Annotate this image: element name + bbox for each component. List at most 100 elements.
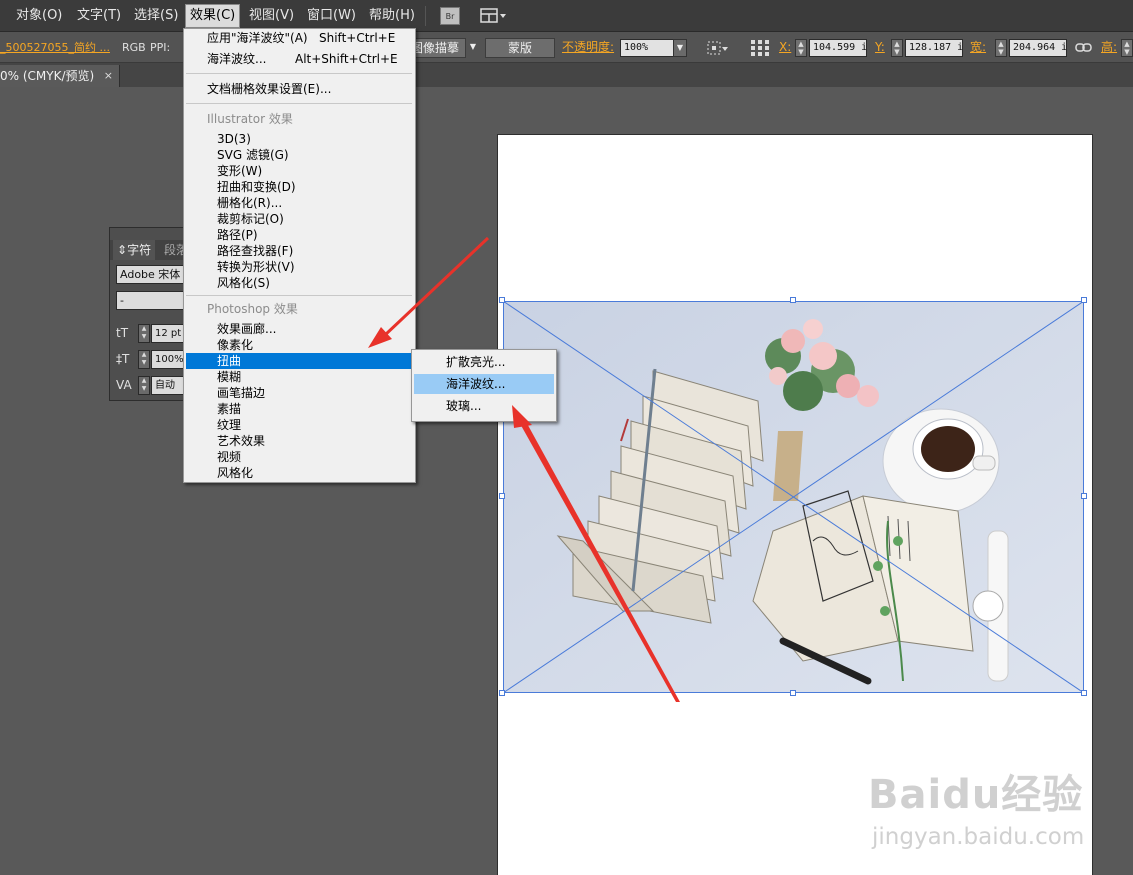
constrain-link-icon[interactable] bbox=[1074, 40, 1094, 56]
menu-divider bbox=[186, 103, 412, 104]
illustrator-effects-header: Illustrator 效果 bbox=[207, 112, 293, 126]
handle-bottom[interactable] bbox=[790, 690, 796, 696]
menubar-divider bbox=[425, 6, 426, 26]
y-label[interactable]: Y: bbox=[875, 32, 885, 63]
menu-item-convert-to-shape[interactable]: 转换为形状(V) bbox=[184, 259, 415, 275]
placed-image[interactable] bbox=[503, 301, 1084, 693]
menu-item-label: 转换为形状(V) bbox=[217, 260, 295, 274]
menu-item-stylize-illustrator[interactable]: 风格化(S) bbox=[184, 275, 415, 291]
font-size-stepper[interactable]: ▲ ▼ bbox=[138, 324, 150, 343]
menu-item-3d[interactable]: 3D(3) bbox=[184, 131, 415, 147]
menu-item-label: 像素化 bbox=[217, 338, 254, 352]
leading-stepper[interactable]: ▲ ▼ bbox=[138, 350, 150, 369]
menu-item-blur[interactable]: 模糊 bbox=[184, 369, 415, 385]
menu-item-distort-transform[interactable]: 扭曲和变换(D) bbox=[184, 179, 415, 195]
menubar: 对象(O) 文字(T) 选择(S) 效果(C) 视图(V) 窗口(W) 帮助(H… bbox=[0, 0, 1133, 32]
ppi-label: PPI: bbox=[150, 41, 171, 54]
tab-character-label: 字符 bbox=[127, 243, 152, 257]
tracking-stepper[interactable]: ▲ ▼ bbox=[138, 376, 150, 395]
submenu-item-label: 玻璃... bbox=[446, 399, 482, 413]
photoshop-effects-header: Photoshop 效果 bbox=[207, 302, 298, 316]
menu-item-label: 路径(P) bbox=[217, 228, 258, 242]
document-tab-bar: 0% (CMYK/预览) × bbox=[0, 63, 1133, 87]
document-tab[interactable]: 0% (CMYK/预览) × bbox=[0, 65, 120, 87]
height-stepper[interactable]: ▲ ▼ bbox=[1121, 39, 1133, 57]
submenu-item-diffuse-glow[interactable]: 扩散亮光... bbox=[414, 352, 554, 372]
menu-item-label: 路径查找器(F) bbox=[217, 244, 294, 258]
menu-item-apply-last-effect[interactable]: 应用"海洋波纹"(A) Shift+Ctrl+E bbox=[184, 30, 415, 46]
x-label[interactable]: X: bbox=[779, 32, 791, 63]
menu-item-label: 文档栅格效果设置(E)... bbox=[207, 82, 332, 96]
width-stepper[interactable]: ▲ ▼ bbox=[995, 39, 1007, 57]
handle-top[interactable] bbox=[790, 297, 796, 303]
image-trace-button[interactable]: 图像描摹 bbox=[408, 38, 466, 58]
menu-item-stylize-photoshop[interactable]: 风格化 bbox=[184, 465, 415, 481]
linked-file-name[interactable]: _500527055_简约 ... bbox=[0, 32, 110, 63]
opacity-dropdown-icon[interactable]: ▼ bbox=[673, 39, 687, 57]
menu-item-texture[interactable]: 纹理 bbox=[184, 417, 415, 433]
baidu-jingyan-watermark-url: jingyan.baidu.com bbox=[872, 824, 1085, 850]
opacity-label[interactable]: 不透明度: bbox=[562, 32, 614, 63]
menu-item-video[interactable]: 视频 bbox=[184, 449, 415, 465]
align-to-selection-icon[interactable] bbox=[706, 40, 730, 56]
x-field[interactable]: 104.599 i bbox=[809, 39, 867, 57]
handle-top-right[interactable] bbox=[1081, 297, 1087, 303]
menu-item-document-raster-settings[interactable]: 文档栅格效果设置(E)... bbox=[184, 81, 415, 97]
tracking-icon: VA bbox=[116, 378, 132, 392]
distort-submenu: 扩散亮光... 海洋波纹... 玻璃... bbox=[411, 349, 557, 422]
submenu-item-label: 海洋波纹... bbox=[446, 377, 506, 391]
handle-left[interactable] bbox=[499, 493, 505, 499]
height-label[interactable]: 高: bbox=[1101, 32, 1117, 63]
menu-item-shortcut: Alt+Shift+Ctrl+E bbox=[295, 52, 398, 66]
font-style-select[interactable]: - bbox=[116, 291, 190, 310]
y-stepper[interactable]: ▲ ▼ bbox=[891, 39, 903, 57]
font-family-select[interactable]: Adobe 宋体 bbox=[116, 265, 190, 284]
menu-item-effect-gallery[interactable]: 效果画廊... bbox=[184, 321, 415, 337]
width-field[interactable]: 204.964 i bbox=[1009, 39, 1067, 57]
menu-effect[interactable]: 效果(C) bbox=[185, 4, 241, 28]
reference-point-icon[interactable] bbox=[750, 39, 770, 57]
menu-type[interactable]: 文字(T) bbox=[73, 0, 125, 32]
tab-character[interactable]: ⇕字符 bbox=[113, 240, 156, 260]
menu-item-svg-filters[interactable]: SVG 滤镜(G) bbox=[184, 147, 415, 163]
y-field[interactable]: 128.187 i bbox=[905, 39, 963, 57]
submenu-item-glass[interactable]: 玻璃... bbox=[414, 396, 554, 416]
menu-item-crop-marks[interactable]: 裁剪标记(O) bbox=[184, 211, 415, 227]
menu-item-label: 模糊 bbox=[217, 370, 242, 384]
watermark-logo-text: Baidu经验 bbox=[868, 772, 1084, 818]
menu-item-sketch[interactable]: 素描 bbox=[184, 401, 415, 417]
menu-item-label: 风格化 bbox=[217, 466, 254, 480]
menu-item-rasterize[interactable]: 栅格化(R)... bbox=[184, 195, 415, 211]
leading-icon: ‡T bbox=[116, 352, 130, 366]
menu-item-pixelate[interactable]: 像素化 bbox=[184, 337, 415, 353]
menu-item-brush-strokes[interactable]: 画笔描边 bbox=[184, 385, 415, 401]
trace-dropdown-icon[interactable]: ▼ bbox=[466, 39, 480, 57]
close-icon[interactable]: × bbox=[104, 65, 113, 87]
panel-collapse-icon[interactable]: ⇕ bbox=[117, 243, 127, 257]
menu-item-shortcut: Shift+Ctrl+E bbox=[319, 31, 396, 45]
baidu-jingyan-watermark-logo: Baidu经验 bbox=[868, 770, 1083, 820]
handle-bottom-right[interactable] bbox=[1081, 690, 1087, 696]
menu-item-label: 扭曲 bbox=[217, 354, 242, 368]
menu-item-label: 画笔描边 bbox=[217, 386, 266, 400]
handle-right[interactable] bbox=[1081, 493, 1087, 499]
menu-select[interactable]: 选择(S) bbox=[130, 0, 182, 32]
submenu-item-ocean-ripple[interactable]: 海洋波纹... bbox=[414, 374, 554, 394]
bridge-button[interactable]: Br bbox=[440, 7, 460, 25]
x-stepper[interactable]: ▲ ▼ bbox=[795, 39, 807, 57]
menu-object[interactable]: 对象(O) bbox=[12, 0, 66, 32]
menu-item-distort[interactable]: 扭曲 bbox=[186, 353, 412, 369]
menu-divider bbox=[186, 295, 412, 296]
workspace-grid-icon[interactable] bbox=[480, 8, 508, 24]
handle-bottom-left[interactable] bbox=[499, 690, 505, 696]
menu-item-label: 艺术效果 bbox=[217, 434, 266, 448]
handle-top-left[interactable] bbox=[499, 297, 505, 303]
menu-item-warp[interactable]: 变形(W) bbox=[184, 163, 415, 179]
menu-item-pathfinder[interactable]: 路径查找器(F) bbox=[184, 243, 415, 259]
menu-item-last-effect[interactable]: 海洋波纹... Alt+Shift+Ctrl+E bbox=[184, 51, 415, 67]
mask-button[interactable]: 蒙版 bbox=[485, 38, 555, 58]
menu-item-path[interactable]: 路径(P) bbox=[184, 227, 415, 243]
menu-item-artistic[interactable]: 艺术效果 bbox=[184, 433, 415, 449]
opacity-field[interactable]: 100% bbox=[620, 39, 674, 57]
width-label[interactable]: 宽: bbox=[970, 32, 986, 63]
